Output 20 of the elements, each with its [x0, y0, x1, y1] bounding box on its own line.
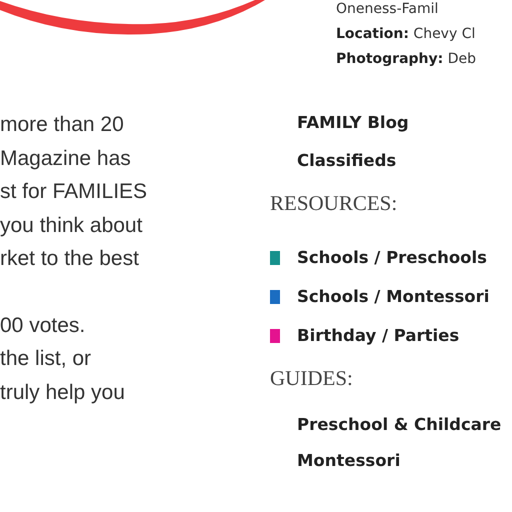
sidebar-link[interactable]: Schools / Montessori	[297, 286, 490, 306]
article-text: rket to the best	[0, 246, 140, 272]
sidebar-link[interactable]: Preschool & Childcare	[297, 415, 502, 435]
credit-line: Oneness-Famil	[336, 0, 440, 19]
sidebar-link[interactable]: Montessori	[297, 451, 400, 471]
sidebar-link[interactable]: Schools / Preschools	[297, 248, 487, 268]
article-text: st for FAMILIES	[0, 179, 148, 205]
credit-line: Photography: Deb	[336, 50, 476, 69]
sidebar-link[interactable]: Classifieds	[297, 142, 512, 180]
credit-line: Location: Chevy Cl	[336, 25, 476, 44]
article-text: truly help you	[0, 380, 126, 406]
sidebar-link[interactable]: Birthday / Parties	[297, 326, 460, 346]
article-text: Magazine has	[0, 146, 132, 172]
article-text: more than 20	[0, 112, 125, 138]
sidebar-link[interactable]: FAMILY Blog	[297, 104, 512, 142]
section-heading: RESOURCES:	[270, 190, 398, 217]
section-heading: GUIDES:	[270, 365, 354, 392]
article-text: the list, or	[0, 346, 92, 372]
article-text: 00 votes.	[0, 312, 86, 338]
article-text: you think about	[0, 212, 144, 238]
